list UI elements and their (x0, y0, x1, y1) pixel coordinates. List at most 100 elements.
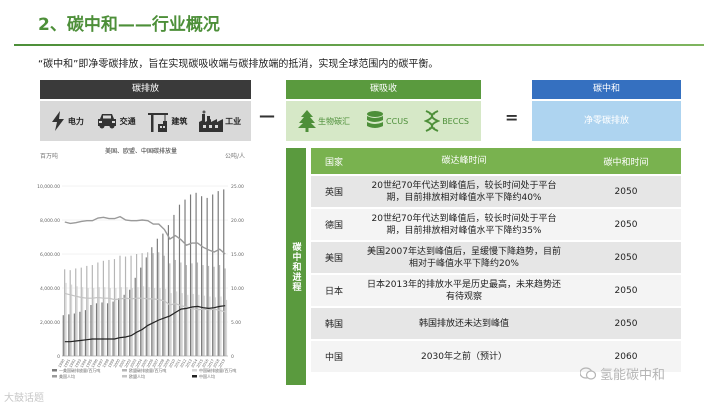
chart-bar (152, 253, 154, 356)
cell-country: 英国 (311, 175, 357, 209)
neutral-header: 碳中和 (532, 80, 681, 99)
col-header-neutral: 碳中和时间 (571, 148, 681, 176)
intro-text: “碳中和”即净零碳排放，旨在实现碳吸收端与碳排放端的抵消，实现全球范围内的碳平衡… (38, 59, 439, 70)
table-row: 美国 美国2007年达到峰值后，呈缓慢下降趋势，目前相对于峰值水平下降约20% … (311, 241, 681, 275)
chart-bar (141, 253, 143, 356)
cell-peak: 韩国排放还未达到峰值 (357, 307, 571, 341)
chart-bar (124, 256, 127, 356)
chart-plot: 0 2,000.00 4,000.00 6,000.00 8,000.00 10,000.… (37, 184, 244, 379)
chart-bar (118, 298, 120, 356)
chart-bar (192, 293, 194, 356)
chart-bar (73, 313, 75, 356)
legend-swatch (52, 375, 57, 378)
emission-label-power: 电力 (67, 116, 84, 126)
chart-bar (68, 314, 70, 356)
y-tick-label-left: 10,000.00 (37, 184, 60, 190)
emission-item-building: 建筑 (147, 110, 187, 132)
watermark-right: 氢能碳中和 (580, 364, 665, 383)
lightning-icon (51, 111, 64, 131)
col-header-peak: 碳达峰时间 (357, 148, 571, 176)
emission-label-building: 建筑 (171, 116, 188, 126)
legend-label: 中国碳排放量/百万吨 (199, 367, 236, 373)
absorption-item-ccus: CCUS (366, 110, 408, 132)
table-row: 韩国 韩国排放还未达到峰值 2050 (311, 307, 681, 341)
chart-bar (101, 302, 103, 356)
cell-neutral: 2050 (571, 175, 681, 209)
chart-bar (165, 288, 167, 356)
chart-bar (214, 297, 217, 356)
y-tick-label-left: 4,000.00 (40, 286, 60, 292)
chart-bar (115, 288, 117, 356)
chart-bar (163, 255, 165, 356)
chart-bar (64, 269, 66, 356)
chart-bar (170, 293, 172, 356)
chart-bar (206, 197, 208, 356)
legend-label: 中国人均 (199, 373, 215, 379)
chart-bar (217, 191, 219, 356)
absorption-header: 碳吸收 (286, 80, 481, 99)
chart-bar (159, 288, 161, 356)
chart-bar (225, 299, 228, 356)
cell-peak: 20世纪70年代达到峰值后，较长时间处于平台期，目前排放相对峰值水平下降约35% (357, 208, 571, 242)
chart-bar (212, 194, 214, 356)
car-icon (97, 114, 116, 129)
equal-operator: = (505, 108, 519, 127)
factory-icon (199, 110, 224, 132)
y-tick-label-right: 15.00 (231, 252, 244, 258)
chart-bar (145, 257, 147, 356)
chart-bar (202, 265, 204, 356)
chart-bar (84, 310, 87, 356)
emission-panel: 电力 交通 建筑 工业 (40, 101, 251, 141)
chart-bar (169, 263, 171, 356)
section-label: 碳中和进程 (286, 148, 306, 385)
cell-neutral: 2050 (571, 241, 681, 275)
chart-bar (126, 287, 128, 356)
chart-bar (156, 238, 158, 356)
legend-label: 一美国碳排放量/百万吨 (59, 367, 100, 373)
chart-bar (120, 287, 122, 356)
y-tick-label-left: 0 (57, 354, 60, 360)
watermark-left: 大鼓话题 (4, 393, 44, 404)
chart-bar (130, 255, 132, 356)
minus-operator: — (259, 106, 275, 125)
crane-icon (148, 113, 169, 132)
absorption-panel: 生物碳汇 CCUS BECCS (286, 101, 481, 141)
legend-swatch (122, 375, 127, 378)
chart-bar (134, 277, 136, 356)
table-row: 德国 20世纪70年代达到峰值后，较长时间处于平台期，目前排放相对峰值水平下降约… (311, 208, 681, 242)
chat-bubble-icon (580, 366, 596, 380)
x-tick-label: 2019 (218, 358, 226, 369)
chart-bar (148, 287, 150, 356)
cell-country: 日本 (311, 274, 357, 308)
chart-bar (69, 270, 71, 356)
slide-title: 2、碳中和——行业概况 (38, 15, 220, 35)
legend-label: 美国人均 (59, 373, 75, 379)
chart-bar (185, 265, 187, 356)
y-tick-label-right: 5.00 (231, 320, 241, 326)
absorption-label-beccs: BECCS (442, 116, 469, 126)
chart-bar (203, 295, 205, 356)
chart-bar (91, 265, 93, 356)
chart-bar (176, 291, 178, 356)
table-header-row: 国家 碳达峰时间 碳中和时间 (311, 148, 681, 176)
chart-bar (119, 255, 121, 356)
chart-bar (62, 315, 64, 356)
chart-bar (80, 267, 82, 356)
chart-bar (181, 293, 183, 356)
cell-neutral: 2050 (571, 274, 681, 308)
chart-bar (158, 252, 160, 356)
chart-bar (220, 296, 222, 356)
chart-bar (113, 259, 116, 356)
chart-bar (112, 301, 114, 356)
absorption-item-beccs: BECCS (424, 110, 469, 132)
cell-neutral: 2050 (571, 208, 681, 242)
chart-bar (97, 262, 99, 356)
emission-label-transport: 交通 (119, 116, 136, 126)
chart-bar (136, 254, 138, 356)
legend-label: 欧盟人均 (129, 373, 145, 379)
cell-country: 美国 (311, 241, 357, 275)
table-row: 英国 20世纪70年代达到峰值后，较长时间处于平台期，目前排放相对峰值水平下降约… (311, 175, 681, 209)
chart-bar (187, 294, 189, 356)
title-underline (14, 44, 704, 46)
chart-bar (140, 267, 142, 356)
